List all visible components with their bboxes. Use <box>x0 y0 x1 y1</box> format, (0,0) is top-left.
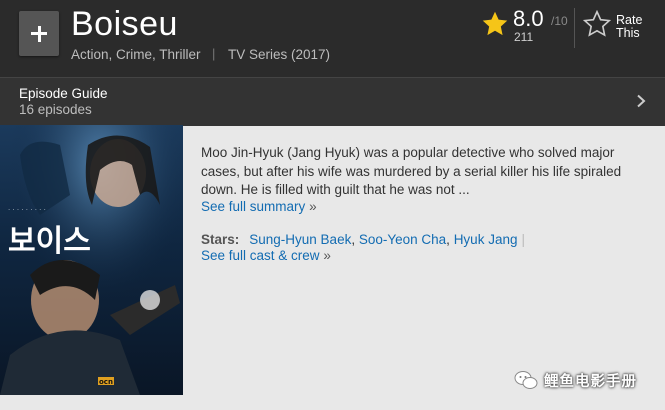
series-type-link[interactable]: TV Series (2017) <box>228 47 330 62</box>
genres-text: Action, Crime, Thriller <box>71 47 201 62</box>
rating-value: 8.0 <box>513 6 544 31</box>
watermark-text: 鲤鱼电影手册 <box>544 373 637 390</box>
title-header: Boiseu Action, Crime, Thriller | TV Seri… <box>0 0 665 77</box>
genre-separator: | <box>212 46 216 61</box>
star-link-soo-yeon-cha[interactable]: Soo-Yeon Cha <box>359 232 446 247</box>
see-full-cast-row: See full cast & crew » <box>201 248 331 263</box>
more-arrow: » <box>323 248 331 263</box>
episode-guide-title: Episode Guide <box>19 86 108 101</box>
see-full-summary-row: See full summary » <box>201 199 317 214</box>
plot-summary: Moo Jin-Hyuk (Jang Hyuk) was a popular d… <box>201 145 622 197</box>
poster-art: 보이스 · · · · · · · · · ocn <box>0 125 183 395</box>
poster-image[interactable]: 보이스 · · · · · · · · · ocn <box>0 125 183 395</box>
star-icon <box>482 11 508 36</box>
star-link-hyuk-jang[interactable]: Hyuk Jang <box>454 232 518 247</box>
poster-network: ocn <box>99 378 113 386</box>
rating-max: /10 <box>551 14 568 28</box>
episode-guide-bar[interactable]: Episode Guide 16 episodes <box>0 77 665 126</box>
star-link-sung-hyun-baek[interactable]: Sung-Hyun Baek <box>249 232 351 247</box>
episode-count: 16 episodes <box>19 102 92 117</box>
stars-separator: | <box>521 232 525 247</box>
stars-row: Stars: Sung-Hyun Baek, Soo-Yeon Cha, Hyuk… <box>201 232 525 247</box>
watermark: 鲤鱼电影手册 <box>514 367 637 393</box>
add-to-watchlist-button[interactable] <box>19 11 59 56</box>
rate-label-line2: This <box>616 26 640 40</box>
stars-label: Stars: <box>201 232 240 247</box>
chevron-right-icon <box>637 94 646 108</box>
rating-count: 211 <box>514 30 534 44</box>
svg-text:· · · · · · · · ·: · · · · · · · · · <box>8 206 46 214</box>
more-arrow: » <box>309 199 317 214</box>
poster-title: 보이스 <box>8 224 91 259</box>
see-full-summary-link[interactable]: See full summary <box>201 199 305 214</box>
see-full-cast-link[interactable]: See full cast & crew <box>201 248 320 263</box>
rate-star-outline-icon[interactable] <box>583 10 611 38</box>
rating-divider <box>574 8 575 48</box>
rate-this-button[interactable]: Rate This <box>616 14 660 40</box>
wechat-icon <box>514 371 538 389</box>
page-title: Boiseu <box>71 5 178 43</box>
